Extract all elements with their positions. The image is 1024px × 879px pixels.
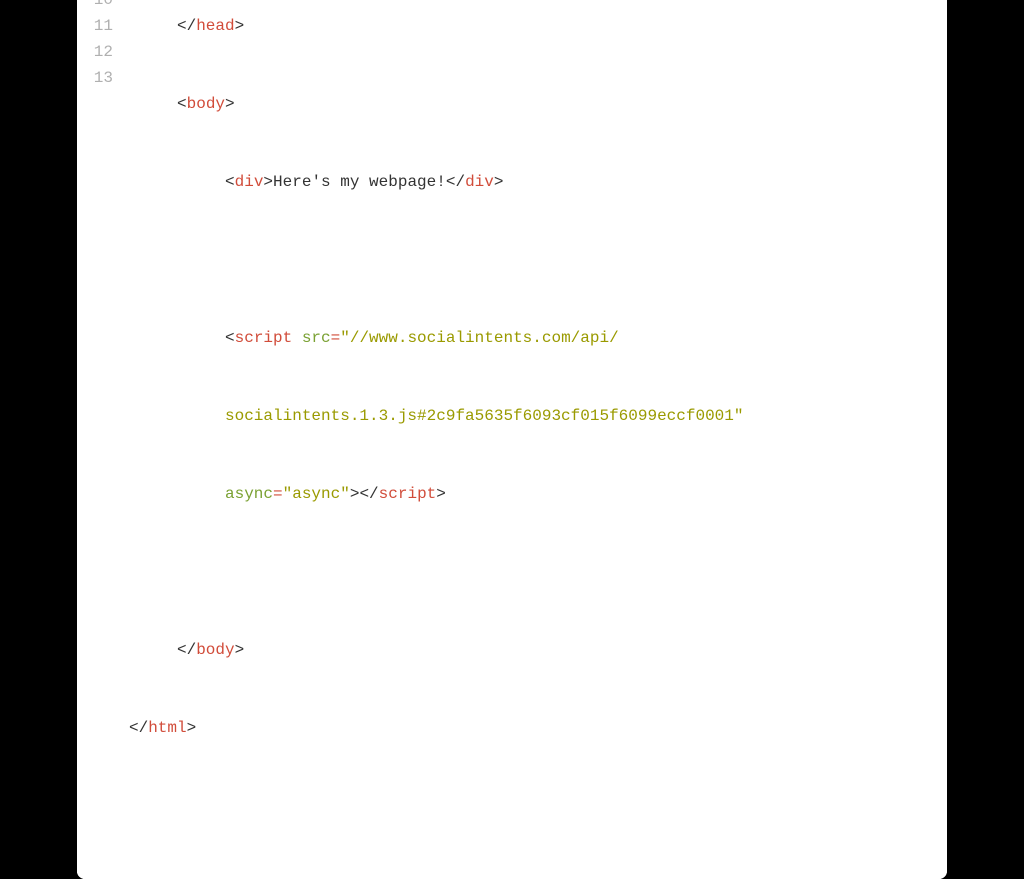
code-line[interactable]: <body> (129, 91, 947, 117)
code-line[interactable] (129, 793, 947, 819)
code-line[interactable]: </html> (129, 715, 947, 741)
line-number: 11 (77, 13, 113, 39)
code-line[interactable]: </body> (129, 637, 947, 663)
code-line[interactable]: socialintents.1.3.js#2c9fa5635f6093cf015… (129, 403, 947, 429)
code-content[interactable]: <html> <head> <title>My Page</title> </h… (125, 0, 947, 879)
line-number: 12 (77, 39, 113, 65)
code-line[interactable]: async="async"></script> (129, 481, 947, 507)
line-number: 10 (77, 0, 113, 13)
code-line[interactable] (129, 559, 947, 585)
code-line[interactable] (129, 247, 947, 273)
editor-window: mywebpage.html UNREGISTERED 1 2 3 4 5 6 … (77, 0, 947, 879)
line-number-gutter: 1 2 3 4 5 6 7 8 9 10 11 12 13 (77, 0, 125, 879)
editor-area[interactable]: 1 2 3 4 5 6 7 8 9 10 11 12 13 <html> <he… (77, 0, 947, 879)
code-line[interactable]: <script src="//www.socialintents.com/api… (129, 325, 947, 351)
code-line[interactable]: </head> (129, 13, 947, 39)
line-number: 13 (77, 65, 113, 91)
code-line[interactable]: <div>Here's my webpage!</div> (129, 169, 947, 195)
